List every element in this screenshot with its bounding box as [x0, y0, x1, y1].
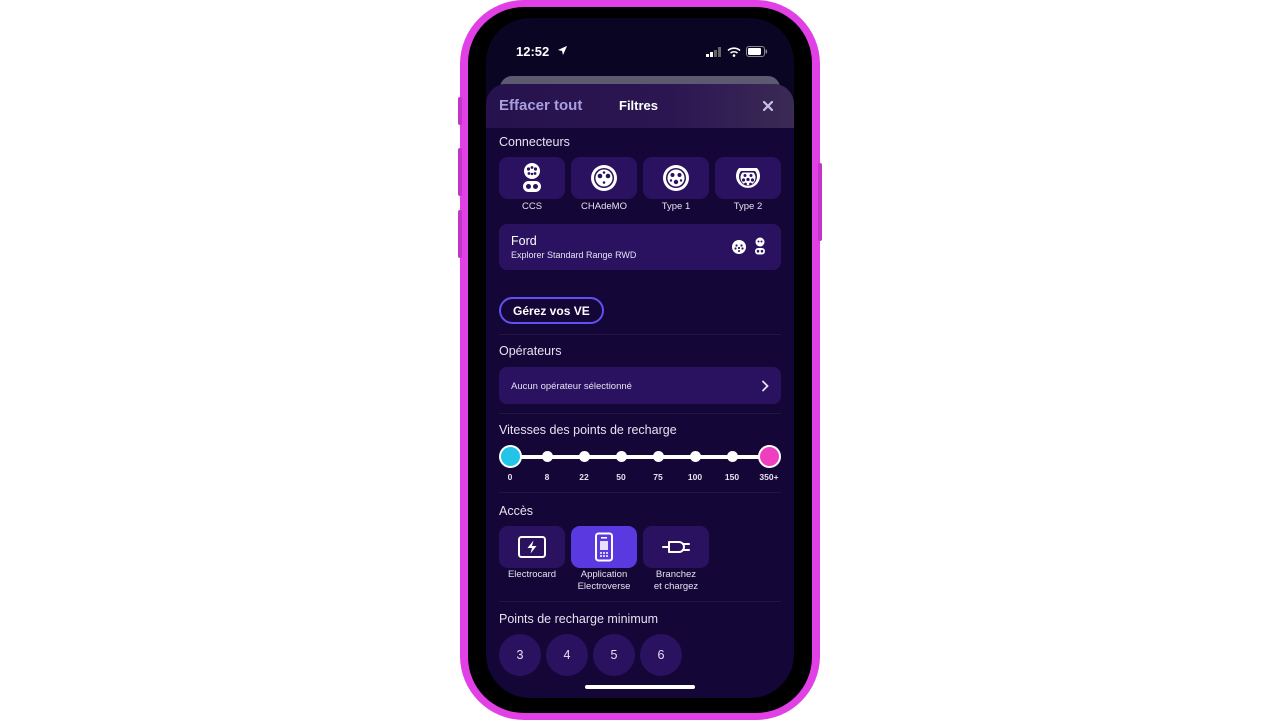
access-electrocard[interactable]: [499, 526, 565, 568]
connector-type1[interactable]: [643, 157, 709, 199]
ccs-small-icon: [755, 237, 765, 255]
speed-max-handle[interactable]: [758, 445, 781, 468]
vehicle-make: Ford: [511, 234, 537, 248]
status-bar: 12:52: [486, 40, 794, 64]
electrocard-icon: [518, 536, 546, 558]
speed-tick-label: 22: [579, 472, 589, 482]
cellular-signal-icon: [706, 46, 721, 57]
divider: [499, 334, 781, 335]
speed-tick-label: 0: [507, 472, 513, 482]
type2-small-icon: [732, 240, 746, 254]
min-points-option[interactable]: 4: [546, 634, 588, 676]
min-points-option[interactable]: 5: [593, 634, 635, 676]
divider: [499, 601, 781, 602]
access-label-line: Branchez: [655, 569, 697, 580]
access-label-electroverse: Application Electroverse: [566, 569, 642, 593]
access-label-line: Electrocard: [507, 569, 557, 580]
speed-tick-label: 100: [687, 472, 703, 482]
status-icons: [706, 46, 768, 57]
access-label: Accès: [499, 504, 534, 518]
connector-chademo[interactable]: [571, 157, 637, 199]
speed-tick-label: 8: [544, 472, 550, 482]
action-button: [458, 97, 462, 125]
plug-icon: [662, 541, 690, 553]
clear-all-button[interactable]: Effacer tout: [499, 97, 582, 114]
access-label-line: Electroverse: [577, 581, 631, 592]
access-plug-and-charge[interactable]: [643, 526, 709, 568]
phone-screen: 12:52 Effacer tout Filtres Connecteurs C…: [486, 18, 794, 698]
access-label-line: et chargez: [653, 581, 699, 592]
wifi-icon: [727, 46, 741, 57]
speed-stop-dot: [690, 451, 701, 462]
access-electroverse-app[interactable]: [571, 526, 637, 568]
operators-label: Opérateurs: [499, 344, 562, 358]
operators-value: Aucun opérateur sélectionné: [511, 381, 632, 392]
vehicle-card[interactable]: Ford Explorer Standard Range RWD: [499, 224, 781, 270]
power-button: [818, 163, 822, 241]
speed-min-handle[interactable]: [499, 445, 522, 468]
vehicle-model: Explorer Standard Range RWD: [511, 250, 637, 260]
manage-evs-button[interactable]: Gérez vos VE: [499, 297, 604, 324]
connector-type2[interactable]: [715, 157, 781, 199]
home-indicator[interactable]: [585, 685, 695, 689]
phone-app-icon: [595, 532, 613, 562]
speed-stop-dot: [579, 451, 590, 462]
speed-stop-dot: [542, 451, 553, 462]
access-label-plug-charge: Branchez et chargez: [638, 569, 714, 593]
connector-ccs[interactable]: [499, 157, 565, 199]
speed-stop-dot: [727, 451, 738, 462]
connector-label: CCS: [521, 201, 543, 212]
volume-down-button: [458, 210, 462, 258]
speed-tick-label: 75: [653, 472, 663, 482]
chevron-right-icon: [762, 380, 769, 392]
type1-connector-icon: [663, 165, 689, 191]
ccs-connector-icon: [523, 163, 541, 192]
speeds-label: Vitesses des points de recharge: [499, 423, 677, 437]
volume-up-button: [458, 148, 462, 196]
speed-tick-label: 350+: [759, 472, 779, 482]
access-label-line: Application: [580, 569, 628, 580]
speed-tick-label: 50: [616, 472, 626, 482]
filters-sheet: Effacer tout Filtres Connecteurs CCS CHA…: [486, 84, 794, 698]
speed-tick-label: 150: [724, 472, 740, 482]
type2-connector-icon: [736, 168, 760, 188]
speed-stop-dot: [616, 451, 627, 462]
speed-stop-dot: [653, 451, 664, 462]
operators-selector[interactable]: Aucun opérateur sélectionné: [499, 367, 781, 404]
connectors-label: Connecteurs: [499, 135, 570, 149]
divider: [499, 413, 781, 414]
min-points-option[interactable]: 6: [640, 634, 682, 676]
divider: [499, 492, 781, 493]
min-points-option[interactable]: 3: [499, 634, 541, 676]
connector-label: CHAdeMO: [581, 201, 627, 212]
min-points-label: Points de recharge minimum: [499, 612, 659, 626]
chademo-connector-icon: [591, 165, 617, 191]
location-arrow-icon: [557, 45, 568, 56]
access-label-electrocard: Electrocard: [494, 569, 570, 581]
status-time: 12:52: [516, 44, 550, 59]
sheet-header: Effacer tout Filtres: [486, 84, 794, 128]
connector-label: Type 2: [733, 201, 763, 212]
sheet-title: Filtres: [619, 98, 659, 113]
connector-label: Type 1: [661, 201, 691, 212]
battery-icon: [746, 46, 768, 57]
close-icon[interactable]: [760, 98, 776, 114]
